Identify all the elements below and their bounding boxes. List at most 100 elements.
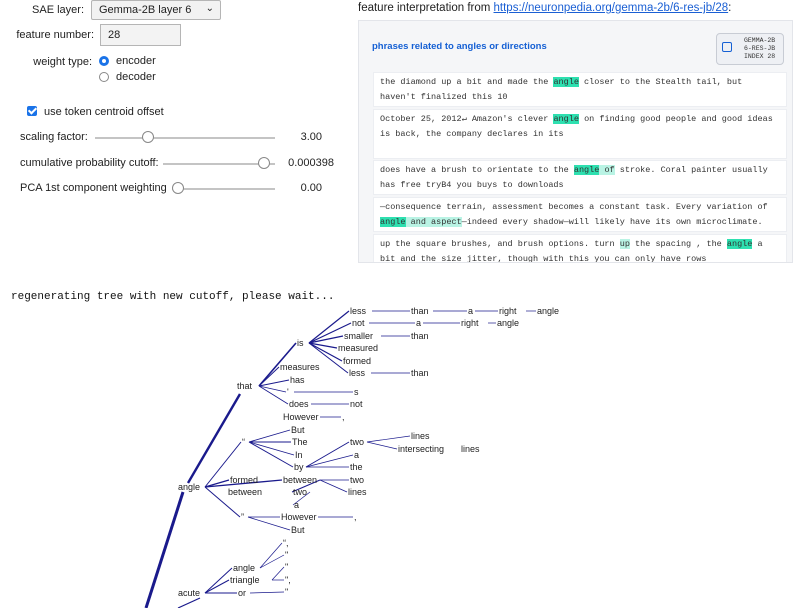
tree-edge bbox=[305, 441, 350, 468]
scaling-factor-knob[interactable] bbox=[142, 131, 155, 143]
scaling-factor-track[interactable] bbox=[95, 137, 275, 139]
tree-token: a bbox=[468, 306, 473, 316]
tree-token: " bbox=[285, 550, 288, 560]
tree-token: triangle bbox=[230, 575, 260, 585]
encoder-radio[interactable] bbox=[99, 56, 109, 66]
snippet-text: —consequence terrain, assessment becomes… bbox=[380, 202, 768, 212]
highlighted-token: angle bbox=[380, 217, 406, 227]
highlighted-token: angle bbox=[726, 239, 753, 249]
tree-token: not bbox=[350, 399, 363, 409]
tree-token: two bbox=[350, 437, 364, 447]
tree-token: a bbox=[416, 318, 421, 328]
feature-number-input[interactable]: 28 bbox=[100, 24, 181, 46]
tree-edge bbox=[319, 479, 348, 493]
tree-token: lines bbox=[411, 431, 430, 441]
tree-token: angle bbox=[178, 482, 200, 492]
activation-snippet: does have a brush to orientate to the an… bbox=[373, 160, 787, 195]
probability-cutoff-knob[interactable] bbox=[258, 157, 270, 169]
pca-weighting-track[interactable] bbox=[172, 188, 275, 190]
tree-token: lines bbox=[461, 444, 480, 454]
highlighted-token: and aspect bbox=[405, 217, 462, 227]
pca-weighting-knob[interactable] bbox=[172, 182, 184, 194]
tree-edge bbox=[248, 429, 291, 443]
tree-edge bbox=[177, 597, 201, 608]
tree-token: ' bbox=[287, 387, 289, 397]
tree-token: than bbox=[411, 306, 429, 316]
tree-token: ", bbox=[285, 575, 291, 585]
feature-badge[interactable]: GEMMA-2B 6-RES-JB INDEX 28 bbox=[716, 33, 784, 65]
tree-edge bbox=[258, 385, 289, 405]
tree-edge bbox=[366, 435, 411, 443]
badge-line: INDEX 28 bbox=[744, 53, 776, 60]
tree-edges bbox=[144, 310, 536, 608]
tree-token: " bbox=[285, 562, 288, 572]
tree-token: right bbox=[499, 306, 517, 316]
tree-token: between bbox=[283, 475, 317, 485]
tree-token: , bbox=[354, 512, 357, 522]
chevron-down-icon: ⌄ bbox=[205, 3, 214, 14]
scaling-factor-value: 3.00 bbox=[300, 131, 322, 143]
decoder-radio-label: decoder bbox=[116, 71, 156, 83]
neuronpedia-link[interactable]: https://neuronpedia.org/gemma-2b/6-res-j… bbox=[494, 2, 729, 14]
tree-edge bbox=[271, 566, 285, 581]
centroid-checkbox[interactable] bbox=[27, 106, 37, 116]
tree-token: has bbox=[290, 375, 305, 385]
tree-token: two bbox=[350, 475, 364, 485]
tree-token: But bbox=[291, 425, 305, 435]
tree-token: " bbox=[285, 587, 288, 597]
tree-token: smaller bbox=[344, 331, 373, 341]
tree-token: that bbox=[237, 381, 253, 391]
tree-token: between bbox=[228, 487, 262, 497]
tree-labels: less than a right angle not a right angle smaller… bbox=[178, 306, 559, 598]
highlighted-token: angle bbox=[573, 165, 600, 175]
sae-layer-select[interactable]: Gemma-2B layer 6 ⌄ bbox=[91, 0, 221, 20]
tree-token: lines bbox=[348, 487, 367, 497]
decoder-radio[interactable] bbox=[99, 72, 109, 82]
tree-token: a bbox=[354, 450, 359, 460]
probability-cutoff-value: 0.000398 bbox=[288, 157, 334, 169]
chip-icon bbox=[722, 42, 732, 52]
tree-token: right bbox=[461, 318, 479, 328]
tree-token: “ bbox=[242, 437, 245, 447]
tree-token: measured bbox=[338, 343, 378, 353]
neuronpedia-title-suffix: : bbox=[728, 2, 732, 14]
tree-token: , bbox=[342, 412, 345, 422]
tree-token: acute bbox=[178, 588, 200, 598]
tree-token: formed bbox=[230, 475, 258, 485]
tree-edge bbox=[305, 454, 354, 468]
snippet-text: —indeed every shadow—will likely have it… bbox=[461, 217, 763, 227]
tree-token: or bbox=[238, 588, 246, 598]
feature-number-label: feature number: bbox=[16, 29, 94, 41]
tree-edge bbox=[248, 441, 295, 456]
tree-token: In bbox=[295, 450, 303, 460]
neuronpedia-card: phrases related to angles or directions … bbox=[358, 20, 793, 263]
tree-edge bbox=[248, 441, 294, 468]
tree-token: is bbox=[297, 338, 304, 348]
activation-snippet: October 25, 2012↵ Amazon's clever angle … bbox=[373, 109, 787, 159]
highlighted-token: angle bbox=[553, 114, 579, 124]
tree-edge bbox=[366, 441, 398, 450]
highlighted-token: of bbox=[599, 165, 615, 175]
tree-edge bbox=[186, 393, 242, 484]
tree-edge bbox=[258, 385, 287, 393]
sae-layer-label: SAE layer: bbox=[32, 4, 84, 16]
token-tree: less than a right angle not a right angle smaller… bbox=[144, 306, 559, 608]
neuronpedia-title: feature interpretation from https://neur… bbox=[358, 2, 731, 14]
scaling-factor-label: scaling factor: bbox=[20, 131, 88, 143]
probability-cutoff-label: cumulative probability cutoff: bbox=[20, 157, 159, 169]
tree-token: measures bbox=[280, 362, 320, 372]
tree-token: than bbox=[411, 331, 429, 341]
badge-text: GEMMA-2B 6-RES-JB INDEX 28 bbox=[744, 37, 775, 61]
activation-snippet: —consequence terrain, assessment becomes… bbox=[373, 197, 787, 232]
tree-token: angle bbox=[497, 318, 519, 328]
tree-token: less bbox=[350, 306, 367, 316]
badge-line: 6-RES-JB bbox=[744, 45, 776, 52]
badge-line: GEMMA-2B bbox=[744, 37, 776, 44]
tree-token: But bbox=[291, 525, 305, 535]
tree-edge bbox=[258, 366, 280, 387]
tree-token: However bbox=[281, 512, 317, 522]
tree-token: not bbox=[352, 318, 365, 328]
snippet-text: October 25, 2012↵ Amazon's clever bbox=[380, 114, 554, 124]
encoder-radio-label: encoder bbox=[116, 55, 156, 67]
tree-token: However bbox=[283, 412, 319, 422]
